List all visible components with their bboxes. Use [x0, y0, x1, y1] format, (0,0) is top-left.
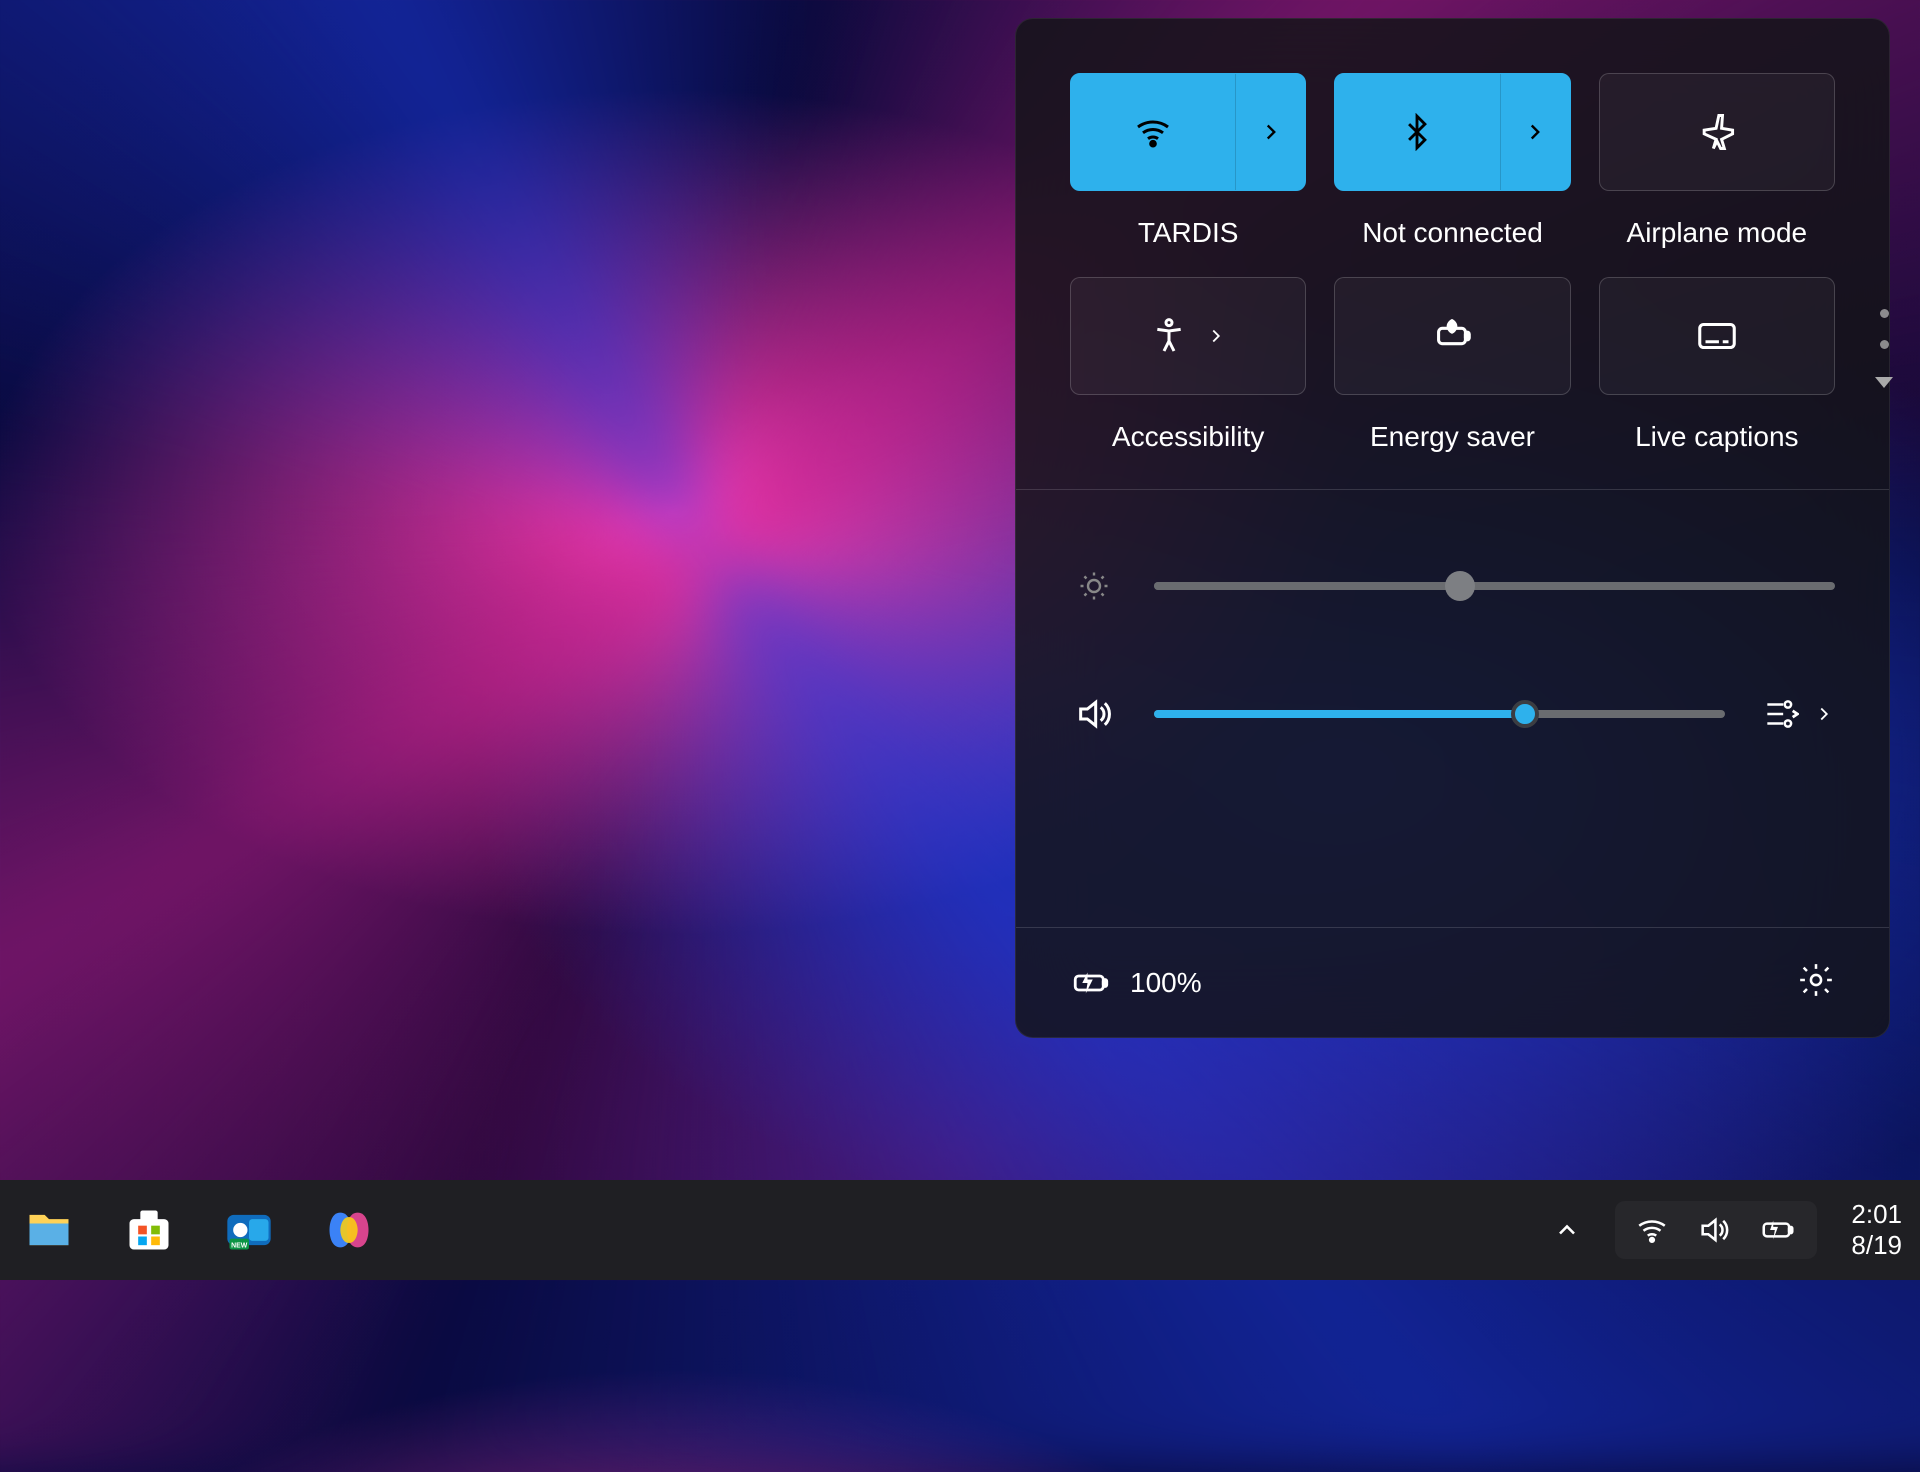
systray-quick-settings-button[interactable]	[1615, 1201, 1817, 1259]
tile-wifi: TARDIS	[1070, 73, 1306, 249]
tile-accessibility: Accessibility	[1070, 277, 1306, 453]
clock-date: 8/19	[1851, 1230, 1902, 1261]
volume-row	[1070, 694, 1835, 734]
taskbar-app-outlook[interactable]: NEW	[218, 1199, 280, 1261]
energy-saver-label: Energy saver	[1370, 421, 1535, 453]
wifi-icon	[1133, 112, 1173, 152]
quick-settings-grid: TARDIS Not connected Airplane mode	[1016, 19, 1889, 489]
volume-icon	[1074, 694, 1114, 734]
bluetooth-toggle-main[interactable]	[1335, 74, 1499, 190]
airplane-mode-toggle[interactable]	[1599, 73, 1835, 191]
audio-output-icon[interactable]	[1761, 695, 1799, 733]
taskbar-app-file-explorer[interactable]	[18, 1199, 80, 1261]
wifi-label: TARDIS	[1138, 217, 1239, 249]
tile-live-captions: Live captions	[1599, 277, 1835, 453]
panel-footer: 100%	[1016, 927, 1889, 1037]
live-captions-label: Live captions	[1635, 421, 1798, 453]
taskbar-app-microsoft-store[interactable]	[118, 1199, 180, 1261]
bluetooth-expand-button[interactable]	[1500, 74, 1570, 190]
svg-text:NEW: NEW	[231, 1242, 248, 1249]
battery-percent-label: 100%	[1130, 967, 1202, 999]
battery-charging-icon	[1070, 962, 1112, 1004]
taskbar-apps: NEW	[18, 1199, 380, 1261]
tray-overflow-icon[interactable]	[1553, 1216, 1581, 1244]
sliders-section	[1016, 490, 1889, 784]
system-tray: 2:01 8/19	[1553, 1199, 1902, 1261]
airplane-icon	[1695, 110, 1739, 154]
airplane-label: Airplane mode	[1627, 217, 1808, 249]
brightness-row	[1070, 568, 1835, 604]
taskbar-clock[interactable]: 2:01 8/19	[1851, 1199, 1902, 1261]
outlook-icon: NEW	[223, 1204, 275, 1256]
wifi-icon	[1635, 1213, 1669, 1247]
taskbar-app-copilot[interactable]	[318, 1199, 380, 1261]
quick-settings-panel: TARDIS Not connected Airplane mode	[1015, 18, 1890, 1038]
chevron-right-icon[interactable]	[1813, 703, 1835, 725]
tile-airplane: Airplane mode	[1599, 73, 1835, 249]
battery-icon	[1759, 1211, 1797, 1249]
wifi-toggle-main[interactable]	[1071, 74, 1235, 190]
clock-time: 2:01	[1851, 1199, 1902, 1230]
chevron-right-icon	[1258, 119, 1284, 145]
brightness-icon	[1076, 568, 1112, 604]
accessibility-button[interactable]	[1070, 277, 1306, 395]
accessibility-label: Accessibility	[1112, 421, 1264, 453]
live-captions-toggle[interactable]	[1599, 277, 1835, 395]
settings-button[interactable]	[1797, 961, 1835, 1004]
energy-saver-toggle[interactable]	[1334, 277, 1570, 395]
taskbar: NEW 2:01 8/19	[0, 1180, 1920, 1280]
wifi-toggle[interactable]	[1070, 73, 1306, 191]
accessibility-icon	[1149, 316, 1189, 356]
wifi-expand-button[interactable]	[1235, 74, 1305, 190]
chevron-right-icon	[1205, 325, 1227, 347]
store-icon	[123, 1204, 175, 1256]
captions-icon	[1694, 313, 1740, 359]
bluetooth-label: Not connected	[1362, 217, 1543, 249]
bluetooth-icon	[1398, 113, 1436, 151]
volume-icon	[1697, 1213, 1731, 1247]
energy-saver-icon	[1429, 313, 1475, 359]
gear-icon	[1797, 961, 1835, 999]
brightness-slider[interactable]	[1154, 582, 1835, 590]
copilot-icon	[323, 1204, 375, 1256]
bluetooth-toggle[interactable]	[1334, 73, 1570, 191]
tile-energy-saver: Energy saver	[1334, 277, 1570, 453]
file-explorer-icon	[23, 1204, 75, 1256]
tile-bluetooth: Not connected	[1334, 73, 1570, 249]
volume-slider[interactable]	[1154, 710, 1725, 718]
chevron-right-icon	[1522, 119, 1548, 145]
battery-status[interactable]: 100%	[1070, 962, 1202, 1004]
